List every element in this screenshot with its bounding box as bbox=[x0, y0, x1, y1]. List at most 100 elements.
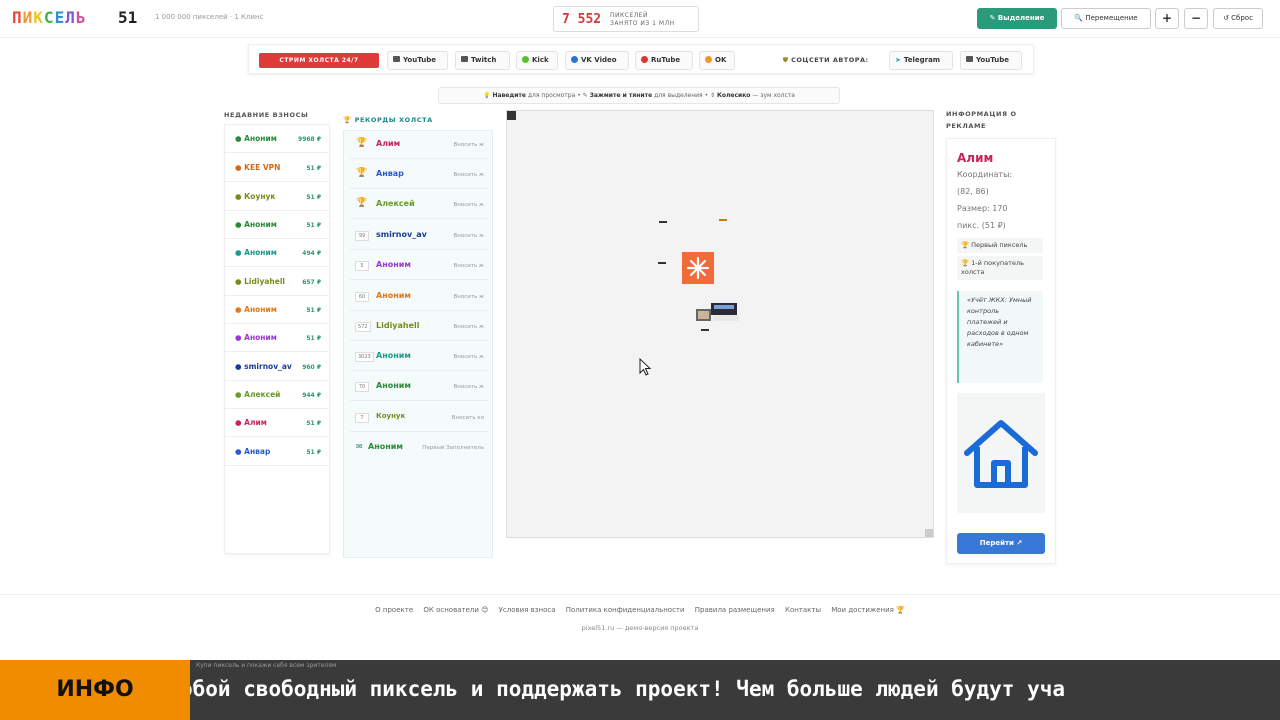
logo-letter: Л bbox=[65, 8, 76, 27]
first-buyer-line1: 🏆 1-й покупатель bbox=[961, 259, 1024, 267]
rank-badge: 572 bbox=[355, 322, 371, 332]
ad-image[interactable] bbox=[957, 393, 1045, 513]
platform-label: VK Video bbox=[581, 56, 617, 64]
logo-letter: Ь bbox=[75, 8, 87, 27]
table-row[interactable]: 99 smirnov_av Вносить ж bbox=[350, 222, 488, 250]
record-desc: Вносить ж bbox=[453, 142, 484, 148]
resize-handle[interactable] bbox=[925, 529, 933, 537]
list-item[interactable]: ● KEE VPN 51 ₽ bbox=[225, 154, 329, 182]
youtube-icon bbox=[393, 56, 400, 62]
pencil-icon: ✎ bbox=[582, 92, 588, 99]
footer-link[interactable]: Контакты bbox=[785, 606, 821, 614]
donor-name-text: Lidiyahell bbox=[244, 277, 285, 286]
donor-name: ● Аноним bbox=[235, 134, 277, 143]
ticker-label: ИНФО bbox=[0, 660, 190, 720]
canvas-drawing[interactable] bbox=[507, 111, 933, 537]
platform-label: YouTube bbox=[403, 56, 436, 64]
asterisk-ad-block[interactable] bbox=[682, 252, 714, 284]
records-title-text: РЕКОРДЫ ХОЛСТА bbox=[354, 116, 433, 124]
table-row[interactable]: 🏆 Анвар Вносить ж bbox=[350, 161, 488, 189]
list-item[interactable]: ● Аноним 51 ₽ bbox=[225, 296, 329, 324]
youtube-stream-link[interactable]: YouTube bbox=[387, 51, 448, 70]
recent-donations-panel: ● Аноним 9968 ₽ ● KEE VPN 51 ₽ ● Коунук 51 … bbox=[224, 124, 330, 554]
table-row[interactable]: 60 Аноним Вносить ж bbox=[350, 283, 488, 311]
table-row[interactable]: 7 Коунук Вносить ко bbox=[350, 404, 488, 432]
donation-amount: 51 ₽ bbox=[306, 307, 321, 314]
kick-stream-link[interactable]: Kick bbox=[516, 51, 558, 70]
list-item[interactable]: ● Аноним 494 ₽ bbox=[225, 239, 329, 267]
telegram-icon: ➤ bbox=[895, 56, 901, 64]
list-item[interactable]: ● Алексей 944 ₽ bbox=[225, 381, 329, 409]
hint-wheel-rest: зум холста bbox=[760, 92, 795, 99]
zoom-out-button[interactable]: − bbox=[1184, 8, 1208, 29]
list-item[interactable]: ● Анвар 51 ₽ bbox=[225, 438, 329, 466]
counter-value: 7 552 bbox=[562, 12, 602, 27]
author-link-label: YouTube bbox=[976, 56, 1009, 64]
pixel-block bbox=[658, 262, 666, 264]
go-to-ad-button[interactable]: Перейти ↗ bbox=[957, 533, 1045, 554]
list-item[interactable]: ● Lidiyahell 657 ₽ bbox=[225, 268, 329, 296]
footer-link[interactable]: Политика конфиденциальности bbox=[566, 606, 685, 614]
record-name: Аноним bbox=[376, 260, 411, 269]
trophy-icon: 🏆 bbox=[343, 116, 352, 124]
zoom-in-button[interactable]: + bbox=[1155, 8, 1179, 29]
pixel-canvas[interactable] bbox=[506, 110, 934, 538]
table-row[interactable]: ✉ Аноним Первый Заполнитель bbox=[350, 434, 488, 462]
donor-name-text: Анвар bbox=[244, 447, 271, 456]
list-item[interactable]: ● Коунук 51 ₽ bbox=[225, 183, 329, 211]
header-subtitle: 1 000 000 пикселей · 1 Клинс bbox=[155, 13, 264, 21]
donor-name-text: Аноним bbox=[244, 134, 277, 143]
footer-link[interactable]: О проекте bbox=[375, 606, 413, 614]
record-desc: Вносить ж bbox=[453, 233, 484, 239]
youtube-author-link[interactable]: YouTube bbox=[960, 51, 1022, 70]
trophy-icon: 🏆 bbox=[356, 138, 368, 148]
ticker-text: обой свободный пиксель и поддержать прое… bbox=[180, 677, 1066, 701]
list-item[interactable]: ● smirnov_av 960 ₽ bbox=[225, 353, 329, 381]
select-mode-button[interactable]: ✎ Выделение bbox=[977, 8, 1057, 29]
donation-amount: 51 ₽ bbox=[306, 222, 321, 229]
pixel-block bbox=[701, 329, 709, 331]
footer-link[interactable]: Условия взноса bbox=[499, 606, 556, 614]
list-item[interactable]: ● Аноним 9968 ₽ bbox=[225, 125, 329, 153]
reset-button[interactable]: ↺ Сброс bbox=[1213, 8, 1263, 29]
logo[interactable]: ПИКСЕЛЬ bbox=[12, 8, 86, 27]
donor-name: ● Lidiyahell bbox=[235, 277, 285, 286]
donation-amount: 9968 ₽ bbox=[298, 136, 321, 143]
ad-coords-label: Координаты: bbox=[957, 170, 1013, 179]
table-row[interactable]: 🏆 Алексей Вносить ж bbox=[350, 191, 488, 219]
table-row[interactable]: 3023 Аноним Вносить ж bbox=[350, 343, 488, 371]
hint-wheel-bold: Колесико bbox=[716, 92, 751, 99]
table-row[interactable]: 🏆 Алим Вносить ж bbox=[350, 131, 488, 159]
footer-link[interactable]: ОК основатели 😊 bbox=[423, 606, 488, 614]
live-stream-badge[interactable]: СТРИМ ХОЛСТА 24/7 bbox=[259, 53, 379, 68]
twitch-stream-link[interactable]: Twitch bbox=[455, 51, 510, 70]
rutube-icon bbox=[641, 56, 648, 63]
trophy-icon: 🏆 bbox=[356, 168, 368, 178]
vk-video-stream-link[interactable]: VK Video bbox=[565, 51, 629, 70]
first-buyer-tag: 🏆 1-й покупатель холста bbox=[957, 256, 1043, 280]
record-desc: Вносить ж bbox=[453, 263, 484, 269]
telegram-author-link[interactable]: ➤ Telegram bbox=[889, 51, 953, 70]
platform-label: Twitch bbox=[471, 56, 497, 64]
rank-badge: 60 bbox=[355, 292, 369, 302]
ok-stream-link[interactable]: OK bbox=[699, 51, 735, 70]
list-item[interactable]: ● Аноним 51 ₽ bbox=[225, 324, 329, 352]
logo-letter: С bbox=[43, 8, 55, 27]
donor-name: ● Анвар bbox=[235, 447, 271, 456]
rank-badge: 5 bbox=[355, 261, 369, 271]
donor-name-text: Алим bbox=[244, 418, 267, 427]
table-row[interactable]: 5 Аноним Вносить ж bbox=[350, 252, 488, 280]
list-item[interactable]: ● Алим 51 ₽ bbox=[225, 409, 329, 437]
hint-drag-text: для выделения bbox=[654, 92, 703, 99]
table-row[interactable]: 572 Lidiyahell Вносить ж bbox=[350, 313, 488, 341]
footer-link[interactable]: Правила размещения bbox=[695, 606, 775, 614]
rutube-stream-link[interactable]: RuTube bbox=[635, 51, 693, 70]
donor-name-text: Аноним bbox=[244, 333, 277, 342]
table-row[interactable]: 70 Аноним Вносить ж bbox=[350, 373, 488, 401]
move-mode-button[interactable]: 🔍 Перемещение bbox=[1061, 8, 1151, 29]
donation-amount: 51 ₽ bbox=[306, 420, 321, 427]
list-item[interactable]: ● Аноним 51 ₽ bbox=[225, 211, 329, 239]
house-icon bbox=[964, 420, 1038, 488]
rank-badge: 3023 bbox=[355, 352, 374, 362]
footer-link[interactable]: Мои достижения 🏆 bbox=[831, 606, 905, 614]
